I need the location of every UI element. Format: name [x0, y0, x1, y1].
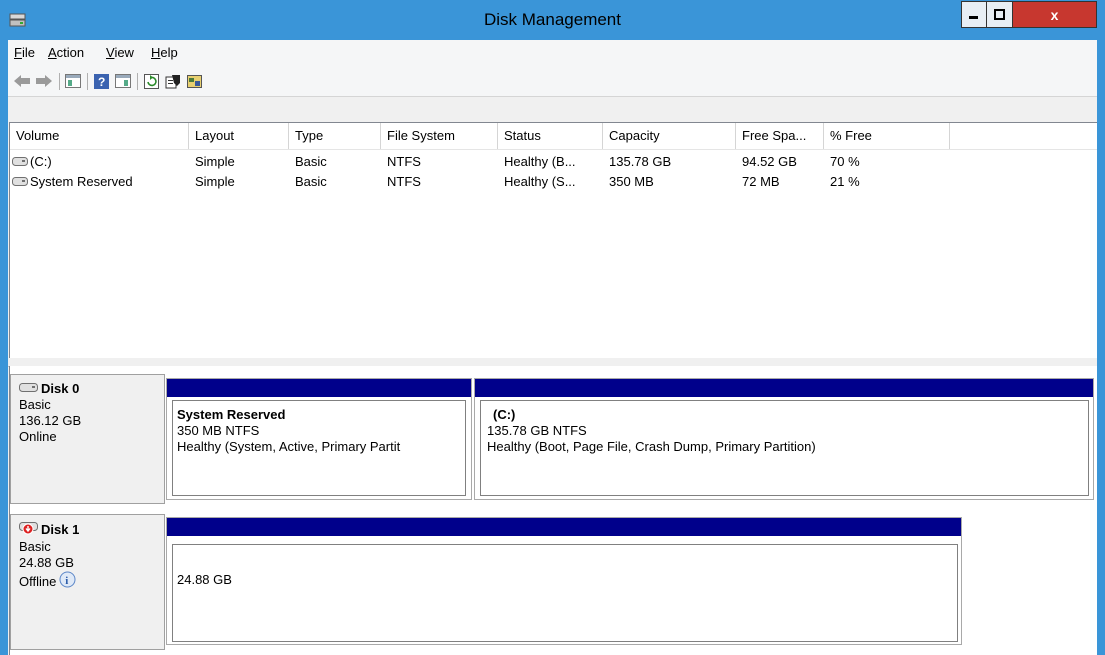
partition-status: Healthy (System, Active, Primary Partit [177, 439, 401, 454]
minimize-button[interactable] [961, 1, 987, 28]
volume-capacity: 350 MB [609, 174, 654, 189]
offline-disk-icon [19, 521, 39, 539]
partition-c-drive[interactable]: (C:) 135.78 GB NTFS Healthy (Boot, Page … [474, 378, 1094, 500]
disk-state: Online [19, 429, 57, 444]
partition-system-reserved[interactable]: System Reserved 350 MB NTFS Healthy (Sys… [166, 378, 472, 500]
volume-file-system: NTFS [387, 154, 421, 169]
partition-bar [167, 518, 961, 536]
disk-size: 136.12 GB [19, 413, 82, 428]
info-icon[interactable]: i [59, 571, 76, 592]
disk-graphical-view: Disk 0 Basic 136.12 GB Online System Res… [9, 366, 1097, 655]
volume-layout: Simple [195, 174, 235, 189]
column-free-space[interactable]: Free Spa... [736, 123, 824, 149]
menu-bar: File Action View Help [8, 40, 1097, 66]
column-percent-free[interactable]: % Free [824, 123, 950, 149]
show-hide-console-tree-icon[interactable] [64, 72, 82, 90]
volume-row[interactable]: (C:) Simple Basic NTFS Healthy (B... 135… [10, 152, 1097, 172]
minimize-icon [969, 15, 978, 19]
disk-name: Disk 0 [41, 381, 80, 396]
volume-percent-free: 70 % [830, 154, 860, 169]
column-headers: Volume Layout Type File System Status Ca… [10, 123, 1097, 150]
partition-detail: 24.88 GB [177, 572, 232, 587]
toolbar-separator [87, 73, 88, 90]
drive-icon [12, 153, 29, 173]
forward-arrow-icon[interactable] [35, 72, 53, 90]
volume-free-space: 72 MB [742, 174, 780, 189]
svg-text:?: ? [98, 75, 105, 89]
volume-percent-free: 21 % [830, 174, 860, 189]
column-status[interactable]: Status [498, 123, 603, 149]
partition-details: System Reserved 350 MB NTFS Healthy (Sys… [172, 400, 466, 496]
partition-unallocated[interactable]: 24.88 GB [166, 517, 962, 645]
partition-bar [167, 379, 471, 397]
column-capacity[interactable]: Capacity [603, 123, 736, 149]
disk-state: Offline [19, 573, 57, 589]
disk-size: 24.88 GB [19, 555, 74, 570]
maximize-icon [994, 9, 1005, 20]
disk-type: Basic [19, 397, 51, 412]
volume-layout: Simple [195, 154, 235, 169]
volume-type: Basic [295, 154, 327, 169]
toolbar-separator [137, 73, 138, 90]
window-title: Disk Management [483, 10, 621, 29]
partition-name: (C:) [493, 407, 516, 422]
volume-status: Healthy (S... [504, 174, 576, 189]
volume-row[interactable]: System Reserved Simple Basic NTFS Health… [10, 172, 1097, 192]
volume-list[interactable]: Volume Layout Type File System Status Ca… [9, 122, 1097, 360]
back-arrow-icon[interactable] [13, 72, 31, 90]
drive-icon [12, 173, 29, 193]
close-button[interactable]: x [1013, 1, 1097, 28]
menu-file[interactable]: File [14, 45, 35, 60]
disk-icon [19, 381, 39, 397]
client-area: File Action View Help ? Volume Layout Ty… [8, 40, 1097, 655]
volume-capacity: 135.78 GB [609, 154, 672, 169]
column-type[interactable]: Type [289, 123, 381, 149]
disk-management-window: Disk Management x File Action View Help [0, 0, 1105, 655]
disk-type: Basic [19, 539, 51, 554]
refresh-icon[interactable] [142, 72, 160, 90]
column-empty [950, 123, 1097, 149]
volume-name: (C:) [30, 154, 52, 169]
disk-name: Disk 1 [41, 522, 80, 537]
partition-status: Healthy (Boot, Page File, Crash Dump, Pr… [487, 439, 816, 454]
volume-type: Basic [295, 174, 327, 189]
toolbar: ? [8, 66, 1097, 97]
volume-status: Healthy (B... [504, 154, 576, 169]
partition-detail: 135.78 GB NTFS [487, 423, 587, 438]
disk-1-label[interactable]: Disk 1 Basic 24.88 GB Offline i [10, 514, 165, 650]
maximize-button[interactable] [987, 1, 1013, 28]
svg-text:i: i [66, 575, 69, 587]
rescan-disks-icon[interactable] [186, 72, 204, 90]
partition-details: 24.88 GB [172, 544, 958, 642]
toolbar-separator [59, 73, 60, 90]
partition-name: System Reserved [177, 407, 286, 422]
column-layout[interactable]: Layout [189, 123, 289, 149]
show-hide-action-pane-icon[interactable] [114, 72, 132, 90]
column-file-system[interactable]: File System [381, 123, 498, 149]
menu-action[interactable]: Action [48, 45, 84, 60]
close-label: x [1050, 6, 1059, 23]
partition-detail: 350 MB NTFS [177, 423, 260, 438]
volume-file-system: NTFS [387, 174, 421, 189]
volume-free-space: 94.52 GB [742, 154, 797, 169]
partition-bar [475, 379, 1093, 397]
properties-icon[interactable] [164, 72, 182, 90]
volume-name: System Reserved [30, 174, 133, 189]
column-volume[interactable]: Volume [10, 123, 189, 149]
partition-details: (C:) 135.78 GB NTFS Healthy (Boot, Page … [480, 400, 1089, 496]
help-icon[interactable]: ? [92, 72, 110, 90]
title-bar[interactable]: Disk Management x [0, 0, 1105, 40]
disk-0-label[interactable]: Disk 0 Basic 136.12 GB Online [10, 374, 165, 504]
menu-view[interactable]: View [106, 45, 134, 60]
menu-help[interactable]: Help [151, 45, 178, 60]
